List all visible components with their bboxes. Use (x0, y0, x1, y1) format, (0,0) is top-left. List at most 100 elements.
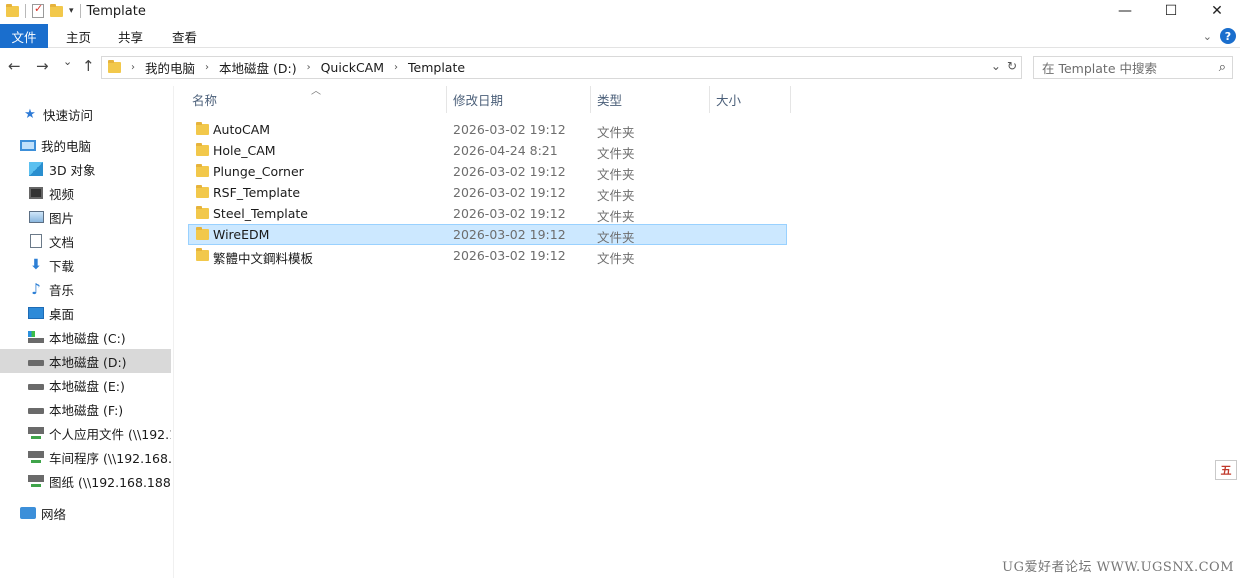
sidebar-item-network-drive-drawings[interactable]: 图纸 (\\192.168.188.2 (0, 469, 171, 493)
refresh-icon[interactable]: ↻ (1007, 59, 1017, 73)
sidebar-item-quick-access[interactable]: ★ 快速访问 (0, 102, 171, 126)
sidebar-item-label: 视频 (49, 186, 75, 202)
drive-icon (28, 378, 44, 392)
folder-icon (108, 60, 121, 73)
sidebar-item-network[interactable]: 网络 (0, 501, 171, 525)
file-row[interactable]: 繁體中文鋼料模板 2026-03-02 19:12 文件夹 (188, 245, 787, 266)
sidebar-item-drive-d[interactable]: 本地磁盘 (D:) (0, 349, 171, 373)
system-drive-icon (28, 330, 44, 344)
sidebar-item-desktop[interactable]: 桌面 (0, 301, 171, 325)
sidebar-item-label: 音乐 (49, 282, 75, 298)
address-dropdown-icon[interactable]: ⌄ (991, 59, 1001, 73)
folder-icon (196, 143, 209, 156)
file-type: 文件夹 (597, 209, 635, 224)
sidebar-item-label: 我的电脑 (41, 138, 92, 154)
breadcrumb-separator-icon[interactable]: › (307, 62, 311, 73)
3d-objects-icon (28, 162, 44, 176)
folder-icon (196, 227, 209, 240)
column-header-name[interactable]: 名称 (186, 86, 446, 113)
breadcrumb-drive-d[interactable]: 本地磁盘 (D:) (219, 58, 297, 77)
properties-icon[interactable] (32, 2, 44, 18)
floating-tool-icon[interactable]: 五 (1215, 460, 1237, 480)
ribbon-right-controls: ⌄ ? (1203, 28, 1236, 44)
file-date: 2026-03-02 19:12 (453, 248, 566, 263)
sidebar-item-label: 本地磁盘 (F:) (49, 402, 124, 418)
forward-arrow-icon[interactable]: → (36, 57, 49, 75)
watermark: UG爱好者论坛 WWW.UGSNX.COM (1002, 560, 1234, 575)
help-icon[interactable]: ? (1220, 28, 1236, 44)
sidebar-item-videos[interactable]: 视频 (0, 181, 171, 205)
sidebar-item-music[interactable]: ♪ 音乐 (0, 277, 171, 301)
close-button[interactable]: ✕ (1194, 0, 1240, 22)
sidebar-item-3d-objects[interactable]: 3D 对象 (0, 157, 171, 181)
navigation-bar: ← → ⌄ ↑ › 我的电脑 › 本地磁盘 (D:) › QuickCAM › … (0, 53, 1240, 81)
breadcrumb-separator-icon[interactable]: › (131, 62, 135, 73)
sidebar-item-label: 车间程序 (\\192.168.1 (49, 450, 171, 466)
folder-icon (196, 248, 209, 261)
breadcrumb-my-computer[interactable]: 我的电脑 (145, 58, 195, 77)
folder-icon[interactable] (6, 3, 19, 17)
sidebar-item-my-computer[interactable]: 我的电脑 (0, 133, 171, 157)
computer-icon (20, 138, 36, 152)
sidebar-item-network-drive-personal[interactable]: 个人应用文件 (\\192.1 (0, 421, 171, 445)
maximize-button[interactable]: ☐ (1148, 0, 1194, 22)
file-name: 繁體中文鋼料模板 (213, 251, 314, 266)
back-arrow-icon[interactable]: ← (8, 57, 21, 75)
sidebar-item-downloads[interactable]: ⬇ 下载 (0, 253, 171, 277)
file-row[interactable]: RSF_Template 2026-03-02 19:12 文件夹 (188, 182, 787, 203)
address-bar[interactable]: › 我的电脑 › 本地磁盘 (D:) › QuickCAM › Template… (101, 56, 1022, 79)
folder-icon (196, 185, 209, 198)
breadcrumb-separator-icon[interactable]: › (394, 62, 398, 73)
network-drive-icon (28, 426, 44, 440)
file-name: RSF_Template (213, 185, 301, 200)
quick-access-toolbar: ▾ (0, 0, 81, 22)
column-divider[interactable] (790, 86, 791, 113)
file-name: Plunge_Corner (213, 164, 304, 179)
pane-divider[interactable] (173, 86, 174, 578)
sidebar-item-network-drive-workshop[interactable]: 车间程序 (\\192.168.1 (0, 445, 171, 469)
drive-icon (28, 402, 44, 416)
file-date: 2026-04-24 8:21 (453, 143, 558, 158)
sidebar-item-drive-c[interactable]: 本地磁盘 (C:) (0, 325, 171, 349)
customize-dropdown-icon[interactable]: ▾ (69, 6, 74, 16)
pictures-icon (28, 210, 44, 224)
tab-view[interactable]: 查看 (172, 24, 197, 48)
up-arrow-icon[interactable]: ↑ (82, 57, 95, 75)
quick-access-star-icon: ★ (24, 106, 36, 122)
title-bar: ▾ Template — ☐ ✕ (0, 0, 1240, 22)
sidebar-item-label: 3D 对象 (49, 162, 96, 178)
new-folder-icon[interactable] (50, 3, 63, 17)
file-type: 文件夹 (597, 146, 635, 161)
file-row[interactable]: AutoCAM 2026-03-02 19:12 文件夹 (188, 119, 787, 140)
tab-home[interactable]: 主页 (66, 24, 91, 48)
search-icon[interactable]: ⌕ (1219, 60, 1226, 75)
breadcrumb-quickcam[interactable]: QuickCAM (321, 60, 384, 75)
breadcrumb-separator-icon[interactable]: › (205, 62, 209, 73)
folder-icon (196, 122, 209, 135)
tab-share[interactable]: 共享 (118, 24, 143, 48)
tab-file[interactable]: 文件 (0, 24, 48, 48)
sidebar-item-pictures[interactable]: 图片 (0, 205, 171, 229)
expand-ribbon-icon[interactable]: ⌄ (1203, 30, 1212, 43)
file-row[interactable]: Steel_Template 2026-03-02 19:12 文件夹 (188, 203, 787, 224)
sidebar-item-label: 图纸 (\\192.168.188.2 (49, 474, 171, 490)
sidebar-item-label: 文档 (49, 234, 75, 250)
sidebar-item-drive-e[interactable]: 本地磁盘 (E:) (0, 373, 171, 397)
column-header-type[interactable]: 类型 (591, 86, 709, 113)
sidebar-item-drive-f[interactable]: 本地磁盘 (F:) (0, 397, 171, 421)
column-header-date[interactable]: 修改日期 (447, 86, 590, 113)
file-type: 文件夹 (597, 188, 635, 203)
file-type: 文件夹 (597, 230, 635, 245)
breadcrumb-template[interactable]: Template (408, 60, 465, 75)
toolbar-separator (79, 4, 81, 18)
column-header-size[interactable]: 大小 (710, 86, 790, 113)
file-row[interactable]: Plunge_Corner 2026-03-02 19:12 文件夹 (188, 161, 787, 182)
minimize-button[interactable]: — (1102, 0, 1148, 22)
sidebar-item-label: 快速访问 (43, 107, 94, 123)
file-row-selected[interactable]: WireEDM 2026-03-02 19:12 文件夹 (188, 224, 787, 245)
file-row[interactable]: Hole_CAM 2026-04-24 8:21 文件夹 (188, 140, 787, 161)
file-type: 文件夹 (597, 125, 635, 140)
search-box[interactable]: 在 Template 中搜索 ⌕ (1033, 56, 1233, 79)
sidebar-item-documents[interactable]: 文档 (0, 229, 171, 253)
recent-locations-icon[interactable]: ⌄ (63, 55, 72, 68)
